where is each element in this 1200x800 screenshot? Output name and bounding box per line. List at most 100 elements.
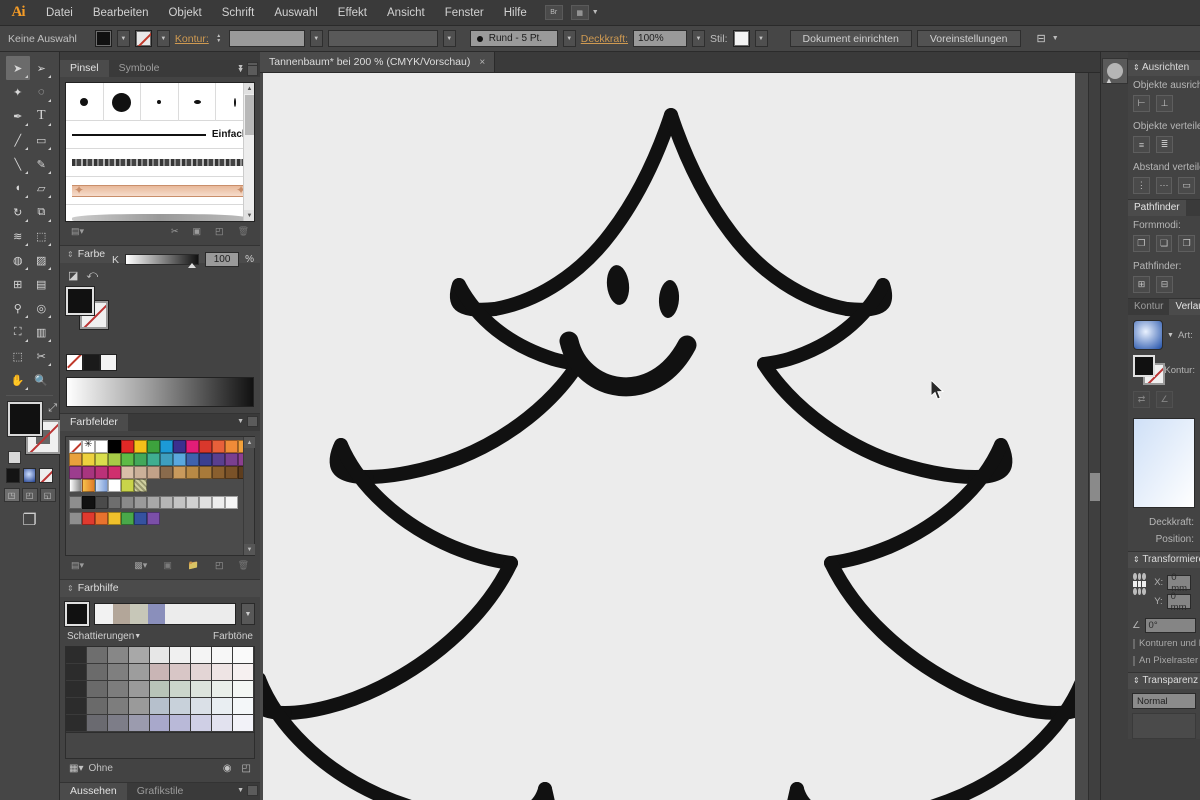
brush-row-charcoal[interactable] — [66, 149, 254, 177]
document-tab[interactable]: Tannenbaum* bei 200 % (CMYK/Vorschau) × — [260, 52, 496, 72]
gradient-fill-swatch[interactable] — [1133, 355, 1155, 377]
swatch-registration[interactable] — [82, 439, 95, 453]
new-brush-icon[interactable]: ◰ — [215, 226, 224, 237]
swatch-cell[interactable] — [108, 440, 121, 453]
reverse-gradient-icon[interactable]: ⇄ — [1133, 391, 1150, 408]
fill-swatch-button[interactable] — [94, 30, 112, 47]
close-icon[interactable]: × — [479, 57, 485, 68]
swatch-cell[interactable] — [121, 512, 134, 525]
swatch-cell[interactable] — [225, 440, 238, 453]
swatch-gradient[interactable] — [82, 479, 95, 492]
eyedropper-tool[interactable]: ⚲ — [6, 296, 30, 320]
limit-colors-icon[interactable]: ▦▾ — [69, 763, 83, 774]
swatch-cell[interactable] — [173, 466, 186, 479]
gradient-preview-swatch[interactable] — [1133, 320, 1163, 350]
fill-stroke-proxy-icon[interactable]: ◪ — [68, 269, 78, 282]
document-setup-button[interactable]: Dokument einrichten — [789, 30, 912, 47]
artwork-christmas-tree[interactable] — [263, 73, 1075, 800]
show-swatch-kinds-icon[interactable]: ▩▾ — [134, 560, 147, 571]
symbol-sprayer-tool[interactable]: ⛶ — [6, 320, 30, 344]
blend-tool[interactable]: ◎ — [30, 296, 54, 320]
scrollbar-thumb[interactable] — [245, 95, 254, 135]
brush-tile[interactable] — [104, 83, 142, 121]
edit-colors-icon[interactable]: ◉ — [223, 763, 232, 774]
type-tool[interactable]: T — [30, 104, 54, 128]
tab-grafikstile[interactable]: Grafikstile — [126, 783, 194, 800]
k-channel-slider[interactable] — [125, 254, 200, 268]
scroll-up-icon[interactable]: ▲ — [244, 437, 255, 448]
paintbrush-tool[interactable]: ╲ — [6, 152, 30, 176]
graphic-style-swatch[interactable] — [732, 30, 750, 47]
menu-bearbeiten[interactable]: Bearbeiten — [83, 0, 159, 26]
rotate-tool[interactable]: ↻ — [6, 200, 30, 224]
distribute-center-vertical-icon[interactable]: ≣ — [1156, 136, 1173, 153]
swatch-cell[interactable] — [121, 453, 134, 466]
scroll-up-icon[interactable]: ▲ — [244, 83, 254, 94]
swatch-cell[interactable] — [95, 440, 108, 453]
swatch-pattern[interactable] — [134, 479, 147, 492]
stroke-label[interactable]: Kontur: — [175, 33, 209, 45]
swatch-cell[interactable] — [212, 453, 225, 466]
swatch-cell[interactable] — [225, 466, 238, 479]
brush-row-watercolor[interactable] — [66, 205, 254, 221]
stroke-weight-chevron-down-icon[interactable]: ▼ — [309, 30, 323, 47]
swatch-cell[interactable] — [147, 496, 160, 509]
swatch-cell[interactable] — [69, 466, 82, 479]
swatch-grid-scrollbar[interactable]: ▲ ▼ — [243, 437, 255, 555]
menu-effekt[interactable]: Effekt — [328, 0, 377, 26]
quick-black-swatch[interactable] — [83, 354, 100, 371]
perspective-grid-tool[interactable]: ▨ — [30, 248, 54, 272]
eraser-tool[interactable]: ▱ — [30, 176, 54, 200]
width-tool[interactable]: ≋ — [6, 224, 30, 248]
swatch-cell[interactable] — [186, 496, 199, 509]
menu-objekt[interactable]: Objekt — [158, 0, 211, 26]
brush-tile[interactable] — [66, 83, 104, 121]
stroke-chevron-down-icon[interactable]: ▼ — [156, 30, 170, 47]
swatch-cell[interactable] — [212, 440, 225, 453]
swatch-cell[interactable] — [108, 512, 121, 525]
opacity-input[interactable]: 100% — [633, 30, 688, 47]
swatch-cell[interactable] — [82, 453, 95, 466]
swatch-cell[interactable] — [173, 496, 186, 509]
brush-row-simple[interactable]: Einfach — [66, 121, 254, 149]
gradient-slider[interactable] — [1133, 418, 1195, 508]
brush-definition-select[interactable]: Rund - 5 Pt. — [469, 30, 558, 47]
line-segment-tool[interactable]: ╱ — [6, 128, 30, 152]
swatch-group-folder-icon[interactable] — [69, 496, 82, 509]
swatch-cell[interactable] — [160, 440, 173, 453]
draw-behind-icon[interactable]: ◰ — [21, 488, 38, 502]
swatch-pattern[interactable] — [121, 479, 134, 492]
canvas-vertical-scrollbar[interactable] — [1088, 73, 1100, 800]
blend-mode-select[interactable]: Normal — [1132, 693, 1196, 709]
swap-fill-stroke-icon[interactable]: ⤢ — [48, 402, 57, 415]
swatch-gradient[interactable] — [69, 479, 82, 492]
magic-wand-tool[interactable]: ✦ — [6, 80, 30, 104]
expand-panels-icon[interactable]: ▲ — [1105, 76, 1113, 85]
swatch-cell[interactable] — [186, 453, 199, 466]
tab-pathfinder[interactable]: Pathfinder — [1128, 200, 1186, 216]
tab-symbole[interactable]: Symbole — [108, 60, 170, 77]
stroke-weight-input[interactable] — [228, 30, 305, 47]
swatch-cell[interactable] — [108, 453, 121, 466]
column-graph-tool[interactable]: ▥ — [30, 320, 54, 344]
quick-white-swatch[interactable] — [100, 354, 117, 371]
arrange-chevron-down-icon[interactable]: ▼ — [592, 9, 599, 16]
mesh-tool[interactable]: ⊞ — [6, 272, 30, 296]
free-transform-tool[interactable]: ⬚ — [30, 224, 54, 248]
stroke-profile-select[interactable] — [327, 30, 438, 47]
align-center-horizontal-icon[interactable]: ⊥ — [1156, 95, 1173, 112]
align-left-icon[interactable]: ⊢ — [1133, 95, 1150, 112]
menu-auswahl[interactable]: Auswahl — [264, 0, 327, 26]
delete-brush-icon[interactable]: 🗑 — [238, 226, 249, 237]
minus-front-icon[interactable]: ❏ — [1155, 235, 1173, 252]
style-chevron-down-icon[interactable]: ▼ — [754, 30, 768, 47]
draw-inside-icon[interactable]: ◱ — [39, 488, 56, 502]
reference-point-selector[interactable] — [1133, 573, 1147, 595]
menu-datei[interactable]: Datei — [36, 0, 83, 26]
brush-list[interactable]: Einfach ✦ ✦ ▲ ▼ — [65, 82, 255, 222]
swatch-libraries-icon[interactable]: ▤▾ — [71, 560, 84, 571]
align-panel-title[interactable]: ⇕ Ausrichten — [1128, 60, 1200, 76]
swatch-cell[interactable] — [69, 453, 82, 466]
pencil-tool[interactable]: ✎ — [30, 152, 54, 176]
unite-icon[interactable]: ❐ — [1133, 235, 1150, 252]
